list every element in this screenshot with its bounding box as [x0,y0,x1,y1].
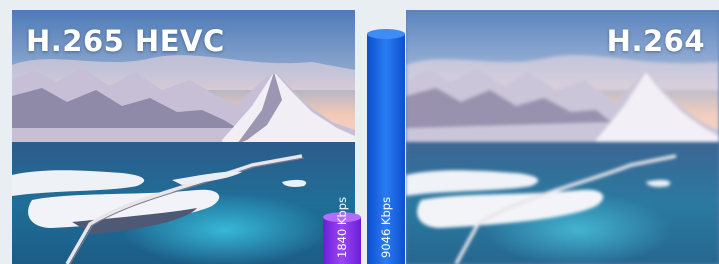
hevc-bitrate-bar: 1840 Kbps [323,197,361,264]
h264-bar-cap [367,29,405,39]
bitrate-bar-chart: 1840 Kbps 9046 Kbps [323,29,405,264]
hevc-bitrate-label: 1840 Kbps [335,197,349,258]
h264-bitrate-bar: 9046 Kbps [367,29,405,264]
h264-bitrate-label: 9046 Kbps [379,197,393,258]
